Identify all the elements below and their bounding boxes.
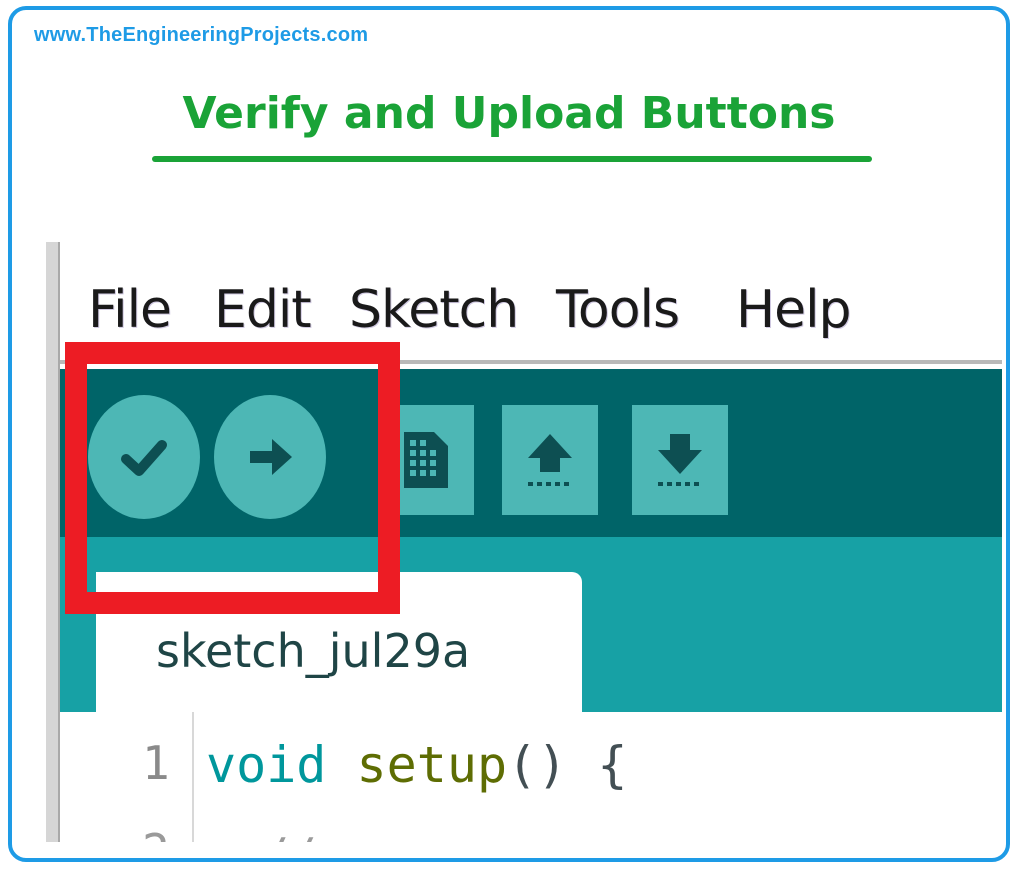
gutter-divider [192,712,194,842]
new-document-icon [404,432,448,488]
site-url: www.TheEngineeringProjects.com [34,24,369,46]
code-token-punct: () { [507,736,628,794]
line-number: 1 [142,736,170,790]
line-number: 2 [142,824,170,842]
upload-arrow-icon [528,434,572,486]
code-token-type: void [206,736,327,794]
code-line[interactable]: void setup() { [206,736,627,794]
arduino-ide-crop: File Edit Sketch Tools Help sketch_jul29… [46,242,1002,842]
code-line-partial: // . . . . [206,828,1002,842]
tab-label: sketch_jul29a [156,624,471,678]
menu-edit[interactable]: Edit [214,280,312,340]
title-underline [152,156,872,162]
menu-tools[interactable]: Tools [556,280,680,340]
window-left-edge [46,242,60,842]
open-button[interactable] [502,405,598,515]
download-arrow-icon [658,434,702,486]
save-button[interactable] [632,405,728,515]
menu-sketch[interactable]: Sketch [349,280,519,340]
menu-help[interactable]: Help [736,280,852,340]
image-frame: www.TheEngineeringProjects.com Verify an… [8,6,1010,862]
page-title: Verify and Upload Buttons [182,88,836,139]
menu-file[interactable]: File [88,280,172,340]
highlight-box [65,342,400,614]
code-token-func: setup [356,736,508,794]
